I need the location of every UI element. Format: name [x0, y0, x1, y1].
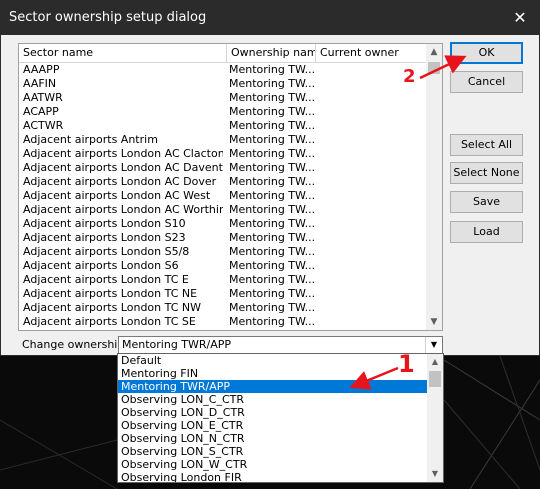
ok-button[interactable]: OK	[450, 42, 523, 64]
dropdown-option[interactable]: Observing LON_E_CTR	[118, 419, 443, 432]
table-row[interactable]: Adjacent airports London AC Worthing Ment…	[19, 203, 427, 217]
dropdown-option[interactable]: Observing London FIR	[118, 471, 443, 482]
select-all-button[interactable]: Select All	[450, 134, 523, 156]
change-ownership-label: Change ownership	[22, 338, 125, 351]
table-row[interactable]: Adjacent airports London AC Daventry Ment…	[19, 161, 427, 175]
sector-name-cell: Adjacent airports London TC NE	[23, 287, 198, 300]
table-row[interactable]: Adjacent airports Antrim Mentoring TW...	[19, 133, 427, 147]
table-row[interactable]: Adjacent airports London S5/8 Mentoring T…	[19, 245, 427, 259]
sector-name-cell: Adjacent airports London AC Dover	[23, 175, 217, 188]
dropdown-items: Default Mentoring FIN Mentoring TWR/APP Obs…	[118, 354, 443, 482]
sector-name-cell: Adjacent airports London AC Worthing	[23, 203, 223, 216]
ownership-name-cell: Mentoring TW...	[229, 175, 316, 188]
sector-name-cell: Adjacent airports London TC NW	[23, 301, 201, 314]
annotation-step-2: 2	[403, 66, 416, 87]
table-row[interactable]: AATWR Mentoring TW...	[19, 91, 427, 105]
table-row[interactable]: Adjacent airports London TC SE Mentoring …	[19, 315, 427, 329]
sector-list[interactable]: Sector name Ownership name Current owner…	[18, 43, 443, 331]
sector-name-cell: Adjacent airports London TC E	[23, 273, 189, 286]
sector-name-cell: ACAPP	[23, 105, 59, 118]
dropdown-option[interactable]: Mentoring FIN	[118, 367, 443, 380]
dropdown-option[interactable]: Observing LON_W_CTR	[118, 458, 443, 471]
annotation-step-1: 1	[398, 350, 415, 378]
title-bar[interactable]: Sector ownership setup dialog ✕	[1, 1, 539, 35]
close-icon[interactable]: ✕	[507, 5, 533, 31]
combobox-value: Mentoring TWR/APP	[122, 338, 232, 351]
sector-name-cell: Adjacent airports London AC West	[23, 189, 211, 202]
ownership-name-cell: Mentoring TW...	[229, 273, 316, 286]
window-title: Sector ownership setup dialog	[9, 10, 207, 25]
ownership-name-cell: Mentoring TW...	[229, 133, 316, 146]
table-row[interactable]: ACAPP Mentoring TW...	[19, 105, 427, 119]
sector-name-cell: AATWR	[23, 91, 63, 104]
table-row[interactable]: Adjacent airports London TC E Mentoring T…	[19, 273, 427, 287]
table-row[interactable]: Adjacent airports London S6 Mentoring TW.…	[19, 259, 427, 273]
cancel-button[interactable]: Cancel	[450, 71, 523, 93]
scroll-down-icon[interactable]: ▼	[426, 314, 442, 330]
table-row[interactable]: AAAPP Mentoring TW...	[19, 63, 427, 77]
scroll-up-icon[interactable]: ▲	[427, 354, 443, 370]
table-row[interactable]: Adjacent airports London AC West Mentorin…	[19, 189, 427, 203]
scroll-thumb[interactable]	[429, 371, 441, 387]
ownership-name-cell: Mentoring TW...	[229, 245, 316, 258]
ownership-name-cell: Mentoring TW...	[229, 161, 316, 174]
scroll-thumb[interactable]	[428, 62, 440, 74]
ownership-name-cell: Mentoring TW...	[229, 231, 316, 244]
dropdown-option[interactable]: Observing LON_D_CTR	[118, 406, 443, 419]
ownership-name-cell: Mentoring TW...	[229, 315, 316, 328]
sector-name-cell: Adjacent airports London S5/8	[23, 245, 190, 258]
sector-name-cell: Adjacent airports London AC Daventry	[23, 161, 223, 174]
table-row[interactable]: ACTWR Mentoring TW...	[19, 119, 427, 133]
scroll-down-icon[interactable]: ▼	[427, 466, 443, 482]
list-header: Sector name Ownership name Current owner	[19, 44, 427, 63]
sector-ownership-dialog: Sector ownership setup dialog ✕ Sector n…	[0, 0, 540, 356]
scroll-up-icon[interactable]: ▲	[426, 44, 442, 60]
sector-name-cell: Adjacent airports London AC Clacton	[23, 147, 223, 160]
load-button[interactable]: Load	[450, 221, 523, 243]
sector-name-cell: ACTWR	[23, 119, 64, 132]
ownership-name-cell: Mentoring TW...	[229, 217, 316, 230]
sector-name-cell: Adjacent airports London S6	[23, 259, 179, 272]
sector-name-cell: AAFIN	[23, 77, 57, 90]
table-row[interactable]: AAFIN Mentoring TW...	[19, 77, 427, 91]
table-row[interactable]: Adjacent airports London AC Dover Mentori…	[19, 175, 427, 189]
ownership-dropdown-list[interactable]: Default Mentoring FIN Mentoring TWR/APP Obs…	[117, 353, 444, 483]
ownership-name-cell: Mentoring TW...	[229, 259, 316, 272]
sector-name-cell: AAAPP	[23, 63, 60, 76]
dropdown-option[interactable]: Mentoring TWR/APP	[118, 380, 443, 393]
column-header-ownership-name[interactable]: Ownership name	[227, 44, 316, 62]
sector-name-cell: Adjacent airports London TC SE	[23, 315, 196, 328]
table-row[interactable]: Adjacent airports London TC NW Mentoring …	[19, 301, 427, 315]
dropdown-option[interactable]: Observing LON_N_CTR	[118, 432, 443, 445]
sector-name-cell: Adjacent airports London S10	[23, 217, 186, 230]
list-rows: AAAPP Mentoring TW... AAFIN Mentoring TW...…	[19, 63, 427, 329]
ownership-name-cell: Mentoring TW...	[229, 105, 316, 118]
dropdown-option[interactable]: Default	[118, 354, 443, 367]
list-scrollbar[interactable]: ▲ ▼	[426, 44, 442, 330]
ownership-name-cell: Mentoring TW...	[229, 189, 316, 202]
ownership-name-cell: Mentoring TW...	[229, 301, 316, 314]
table-row[interactable]: Adjacent airports London S23 Mentoring TW…	[19, 231, 427, 245]
column-header-sector-name[interactable]: Sector name	[19, 44, 227, 62]
ownership-name-cell: Mentoring TW...	[229, 77, 316, 90]
sector-name-cell: Adjacent airports London S23	[23, 231, 186, 244]
dropdown-scrollbar[interactable]: ▲ ▼	[427, 354, 443, 482]
ownership-name-cell: Mentoring TW...	[229, 63, 316, 76]
dropdown-option[interactable]: Observing LON_S_CTR	[118, 445, 443, 458]
table-row[interactable]: Adjacent airports London AC Clacton Mento…	[19, 147, 427, 161]
dropdown-option[interactable]: Observing LON_C_CTR	[118, 393, 443, 406]
ownership-name-cell: Mentoring TW...	[229, 203, 316, 216]
ownership-name-cell: Mentoring TW...	[229, 119, 316, 132]
column-header-current-owner[interactable]: Current owner	[316, 44, 427, 62]
sector-name-cell: Adjacent airports Antrim	[23, 133, 158, 146]
table-row[interactable]: Adjacent airports London S10 Mentoring TW…	[19, 217, 427, 231]
change-ownership-combobox[interactable]: Mentoring TWR/APP ▼	[118, 336, 443, 354]
chevron-down-icon[interactable]: ▼	[425, 337, 442, 353]
table-row[interactable]: Adjacent airports London TC NE Mentoring …	[19, 287, 427, 301]
ownership-name-cell: Mentoring TW...	[229, 147, 316, 160]
save-button[interactable]: Save	[450, 191, 523, 213]
select-none-button[interactable]: Select None	[450, 162, 523, 184]
ownership-name-cell: Mentoring TW...	[229, 91, 316, 104]
ownership-name-cell: Mentoring TW...	[229, 287, 316, 300]
